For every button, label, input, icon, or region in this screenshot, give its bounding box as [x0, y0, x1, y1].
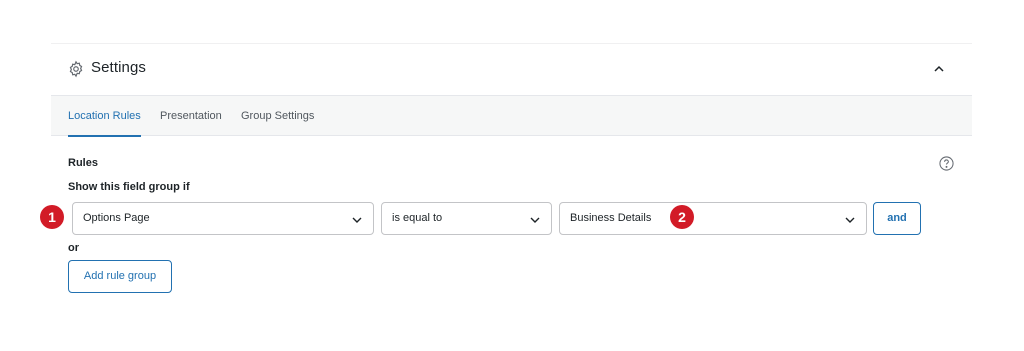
- tab-bar: Location Rules Presentation Group Settin…: [51, 95, 972, 137]
- rules-label: Rules: [68, 157, 98, 169]
- tab-presentation[interactable]: Presentation: [160, 96, 222, 136]
- value-select-value: Business Details: [570, 212, 652, 224]
- or-label: or: [68, 242, 79, 254]
- param-select[interactable]: Options Page: [72, 202, 374, 235]
- operator-select[interactable]: is equal to: [381, 202, 552, 235]
- operator-select-value: is equal to: [392, 212, 443, 224]
- settings-panel: Settings Location Rules Presentation Gro…: [51, 43, 972, 311]
- help-icon[interactable]: [939, 156, 954, 171]
- gear-icon: [67, 60, 85, 78]
- param-select-value: Options Page: [83, 212, 150, 224]
- and-button[interactable]: and: [873, 202, 921, 235]
- add-rule-group-button[interactable]: Add rule group: [68, 260, 172, 293]
- annotation-marker-1: 1: [40, 205, 64, 229]
- chevron-down-icon: [844, 213, 856, 225]
- chevron-up-icon[interactable]: [927, 58, 951, 80]
- chevron-down-icon: [351, 213, 363, 225]
- tab-location-rules[interactable]: Location Rules: [68, 96, 141, 137]
- settings-title: Settings: [91, 59, 146, 76]
- settings-header[interactable]: Settings: [51, 44, 972, 94]
- tab-group-settings[interactable]: Group Settings: [241, 96, 314, 136]
- value-select[interactable]: Business Details: [559, 202, 867, 235]
- show-if-label: Show this field group if: [68, 181, 190, 193]
- annotation-marker-2: 2: [670, 205, 694, 229]
- chevron-down-icon: [529, 213, 541, 225]
